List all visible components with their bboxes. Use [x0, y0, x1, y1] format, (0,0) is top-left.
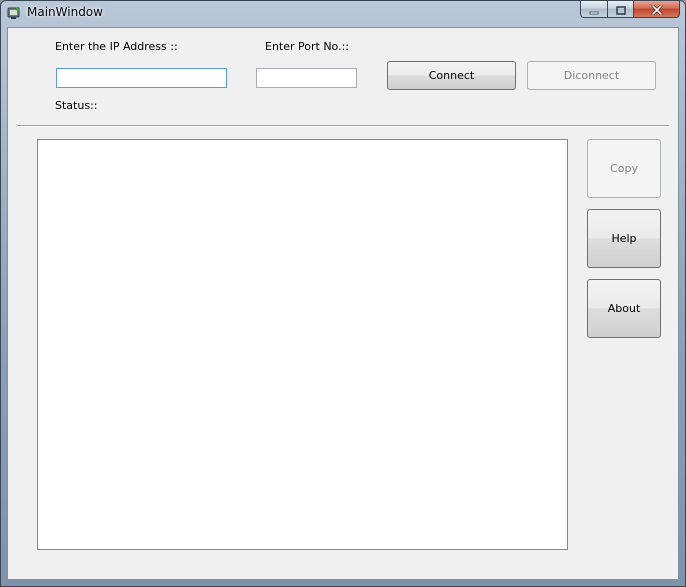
connect-button-label: Connect — [428, 69, 475, 82]
port-label: Enter Port No.:: — [265, 40, 349, 53]
close-icon — [651, 1, 663, 19]
disconnect-button-label: Diconnect — [563, 69, 620, 82]
ip-address-label: Enter the IP Address :: — [55, 40, 178, 53]
output-textarea[interactable] — [37, 139, 568, 550]
about-button[interactable]: About — [587, 279, 661, 338]
minimize-icon — [589, 1, 599, 19]
separator — [17, 125, 669, 127]
minimize-button[interactable] — [580, 1, 607, 18]
main-window: MainWindow Enter the IP Address:: Enter… — [0, 0, 686, 587]
copy-button-label: Copy — [610, 162, 638, 175]
maximize-icon — [615, 1, 626, 19]
close-button[interactable] — [633, 1, 680, 18]
about-button-label: About — [607, 302, 641, 315]
maximize-button[interactable] — [607, 1, 633, 18]
window-title: MainWindow — [27, 5, 103, 19]
help-button[interactable]: Help — [587, 209, 661, 268]
help-button-label: Help — [611, 232, 637, 245]
status-label: Status:: — [55, 99, 98, 112]
ip-address-input[interactable] — [56, 68, 227, 88]
caption-buttons — [580, 1, 680, 19]
connect-button[interactable]: Connect — [387, 61, 516, 90]
copy-button[interactable]: Copy — [587, 139, 661, 198]
title-bar[interactable]: MainWindow — [1, 1, 685, 27]
port-input[interactable] — [256, 68, 357, 88]
app-icon — [6, 5, 22, 21]
client-area: Enter the IP Address :: Enter Port No.::… — [7, 27, 679, 580]
disconnect-button[interactable]: Diconnect — [527, 61, 656, 90]
